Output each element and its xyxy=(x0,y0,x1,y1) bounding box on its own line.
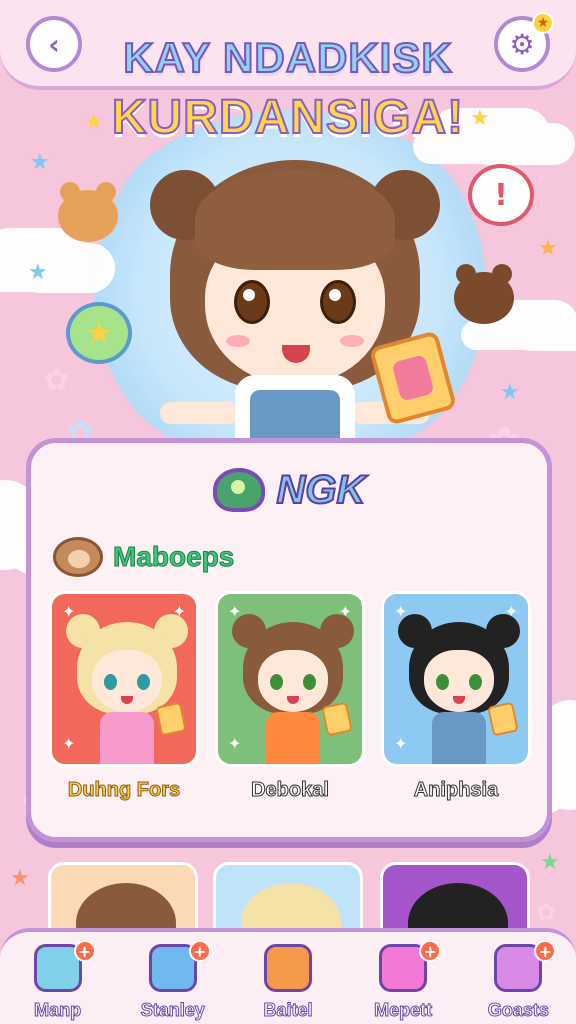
character-select-panel: NGK Maboeps ✦ ✦ ✦ Duhng Fors ✦ ✦ ✦ Debok… xyxy=(26,438,552,842)
nav-label: Manp xyxy=(34,1000,82,1021)
chat-bubble[interactable]: ★ xyxy=(66,302,132,364)
nav-label: Baitel xyxy=(263,1000,313,1021)
character-card[interactable]: ✦ ✦ ✦ Aniphsia xyxy=(381,591,531,802)
sparkle-icon: ✦ xyxy=(62,734,76,753)
nav-label: Stanley xyxy=(140,1000,205,1021)
plus-badge-icon: + xyxy=(534,940,557,962)
character-card[interactable]: ✦ ✦ ✦ Duhng Fors xyxy=(49,591,199,802)
sparkle-icon: ✦ xyxy=(228,734,242,753)
alert-bubble[interactable]: ! xyxy=(468,164,534,226)
game-title-line2: KURDANSIGA! xyxy=(111,90,465,145)
star-icon: ★ xyxy=(30,150,50,175)
star-icon: ★ xyxy=(500,380,520,405)
flower-icon: ✿ xyxy=(536,898,557,926)
plus-badge-icon: + xyxy=(188,940,211,962)
character-card-list: ✦ ✦ ✦ Duhng Fors ✦ ✦ ✦ Debokal ✦ ✦ ✦ Ani… xyxy=(49,591,531,802)
character-card[interactable]: ✦ ✦ ✦ Debokal xyxy=(215,591,365,802)
character-overalls xyxy=(250,390,340,445)
star-icon: ★ xyxy=(538,236,558,261)
nav-item-stanley[interactable]: + Stanley xyxy=(123,940,223,1024)
character-portrait: ✦ ✦ ✦ xyxy=(49,591,199,767)
character-portrait: ✦ ✦ ✦ xyxy=(381,591,531,767)
character-eye xyxy=(234,280,270,324)
flower-icon: ✿ xyxy=(44,363,70,398)
character-eye xyxy=(320,280,356,324)
star-icon: ★ xyxy=(28,260,48,285)
character-portrait: ✦ ✦ ✦ xyxy=(215,591,365,767)
held-card-icon xyxy=(487,701,519,737)
nav-label: Mepett xyxy=(374,1000,433,1021)
held-card-icon xyxy=(155,701,187,737)
star-icon: ★ xyxy=(540,850,560,875)
sparkle-icon: ✦ xyxy=(394,734,408,753)
settings-badge: ★ xyxy=(532,12,554,34)
nav-item-manp[interactable]: + Manp xyxy=(8,940,108,1024)
frog-icon xyxy=(212,468,265,512)
bottom-nav: + Manp + Stanley Baitel + Mepett + Goast… xyxy=(0,928,576,1024)
star-icon: ★ xyxy=(10,866,30,891)
panel-subtitle: Maboeps xyxy=(112,541,235,573)
nav-item-mepett[interactable]: + Mepett xyxy=(353,940,453,1024)
nav-item-baitel[interactable]: Baitel xyxy=(238,940,338,1024)
nav-label: Goasts xyxy=(487,1000,549,1021)
game-title-line1: KAY NDADKISK xyxy=(122,33,453,82)
plus-badge-icon: + xyxy=(419,940,442,962)
fruit-icon xyxy=(263,944,312,992)
nav-item-goasts[interactable]: + Goasts xyxy=(468,940,568,1024)
teddy-bear-icon xyxy=(454,264,514,324)
held-card-icon xyxy=(321,701,353,737)
panel-title: NGK xyxy=(276,467,367,513)
character-name: Aniphsia xyxy=(413,779,499,802)
teddy-bear-icon xyxy=(58,182,118,242)
character-name: Debokal xyxy=(251,779,330,802)
plus-badge-icon: + xyxy=(73,940,96,962)
monkey-icon xyxy=(53,537,103,577)
character-name: Duhng Fors xyxy=(67,779,181,802)
